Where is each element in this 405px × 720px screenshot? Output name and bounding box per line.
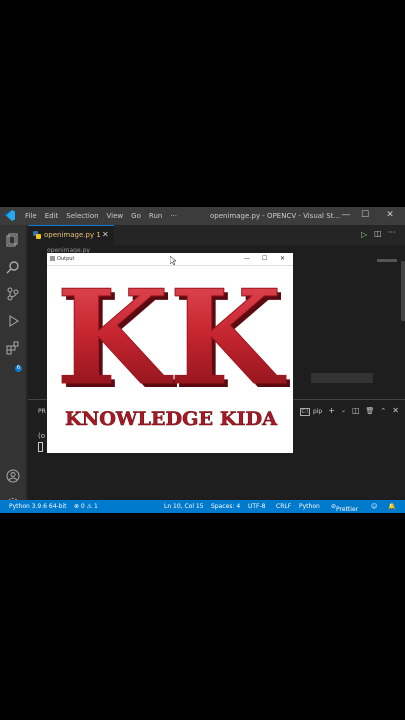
terminal-output: (o bbox=[38, 432, 46, 440]
indentation[interactable]: Spaces: 4 bbox=[211, 503, 240, 510]
minimap[interactable] bbox=[377, 259, 397, 262]
close-panel-icon[interactable]: ✕ bbox=[392, 406, 399, 415]
vscode-logo-icon bbox=[4, 210, 15, 221]
panel-toolbar: C:\ pip + ⌄ ◫ 🗑 ⌃ ✕ bbox=[299, 406, 399, 416]
logo-tagline: KNOWLEDGE KIDA bbox=[65, 408, 277, 430]
terminal-selector[interactable]: C:\ pip bbox=[299, 406, 322, 416]
tab-close-icon[interactable]: ✕ bbox=[102, 230, 109, 239]
tab-problems[interactable]: PR bbox=[38, 408, 46, 415]
tab-problem-count: 1 bbox=[96, 231, 101, 239]
extensions-badge: 6 bbox=[15, 365, 22, 372]
menu-file[interactable]: File bbox=[25, 212, 37, 220]
menu-edit[interactable]: Edit bbox=[45, 212, 59, 220]
python-interpreter[interactable]: Python 3.9.6 64-bit bbox=[9, 503, 67, 510]
menu-selection[interactable]: Selection bbox=[66, 212, 98, 220]
maximize-panel-icon[interactable]: ⌃ bbox=[380, 407, 386, 415]
close-window-button[interactable]: ✕ bbox=[385, 210, 395, 220]
notifications-bell-icon[interactable]: 🔔 bbox=[388, 503, 395, 510]
line-ending[interactable]: CRLF bbox=[276, 503, 291, 510]
knowledge-kida-logo-image: KK KK KNOWLEDGE KIDA bbox=[56, 265, 290, 430]
account-icon[interactable] bbox=[6, 469, 20, 483]
menu-go[interactable]: Go bbox=[131, 212, 141, 220]
source-control-icon[interactable] bbox=[6, 287, 20, 301]
explorer-icon[interactable] bbox=[6, 233, 20, 247]
logo-letters: KK bbox=[56, 265, 286, 414]
maximize-button[interactable]: ☐ bbox=[360, 210, 370, 220]
menu-bar: File Edit Selection View Go Run ··· bbox=[25, 212, 177, 220]
cursor-position[interactable]: Ln 10, Col 15 bbox=[164, 503, 204, 510]
menu-view[interactable]: View bbox=[107, 212, 124, 220]
new-terminal-icon[interactable]: + bbox=[328, 406, 335, 415]
output-window-icon bbox=[50, 256, 55, 261]
menu-run[interactable]: Run bbox=[149, 212, 162, 220]
editor-scrollbar[interactable] bbox=[401, 261, 405, 321]
terminal-cursor[interactable] bbox=[38, 442, 43, 452]
tab-label: openimage.py 1 bbox=[44, 231, 101, 239]
feedback-icon[interactable]: ☺ bbox=[371, 503, 377, 510]
output-minimize-button[interactable]: — bbox=[244, 255, 250, 262]
run-file-icon[interactable]: ▷ bbox=[361, 230, 367, 239]
output-image-window[interactable]: Output — ☐ ✕ KK KK KNOWLEDGE KIDA bbox=[47, 253, 293, 453]
window-title: openimage.py - OPENCV - Visual St... bbox=[210, 212, 341, 220]
editor-tab-bar: openimage.py 1 ✕ ▷ ◫ ··· bbox=[28, 225, 405, 245]
language-mode[interactable]: Python bbox=[299, 503, 320, 510]
tab-openimage[interactable]: openimage.py 1 ✕ bbox=[28, 225, 114, 245]
status-bar: Python 3.9.6 64-bit ⊗ 0 ⚠ 1 Ln 10, Col 1… bbox=[0, 500, 405, 513]
current-line-highlight bbox=[311, 373, 373, 383]
output-maximize-button[interactable]: ☐ bbox=[262, 255, 267, 262]
encoding[interactable]: UTF-8 bbox=[248, 503, 266, 510]
output-window-title: Output bbox=[57, 256, 75, 262]
split-terminal-icon[interactable]: ◫ bbox=[352, 406, 360, 415]
more-actions-icon[interactable]: ··· bbox=[388, 228, 396, 237]
run-debug-icon[interactable] bbox=[6, 314, 20, 328]
python-file-icon bbox=[33, 231, 41, 239]
prettier-status[interactable]: ⊘ Prettier bbox=[331, 503, 358, 513]
menu-more[interactable]: ··· bbox=[170, 212, 177, 220]
extensions-icon[interactable] bbox=[6, 341, 20, 355]
mouse-cursor-icon bbox=[170, 256, 176, 265]
title-bar: File Edit Selection View Go Run ··· open… bbox=[0, 207, 405, 225]
output-close-button[interactable]: ✕ bbox=[280, 255, 285, 262]
activity-bar: 6 bbox=[0, 225, 26, 510]
problems-indicator[interactable]: ⊗ 0 ⚠ 1 bbox=[74, 503, 98, 510]
minimize-button[interactable]: — bbox=[341, 210, 351, 220]
split-editor-icon[interactable]: ◫ bbox=[374, 229, 382, 238]
terminal-icon: C:\ bbox=[299, 408, 311, 416]
terminal-dropdown-icon[interactable]: ⌄ bbox=[341, 407, 346, 414]
search-icon[interactable] bbox=[6, 260, 20, 274]
kill-terminal-icon[interactable]: 🗑 bbox=[366, 407, 375, 415]
